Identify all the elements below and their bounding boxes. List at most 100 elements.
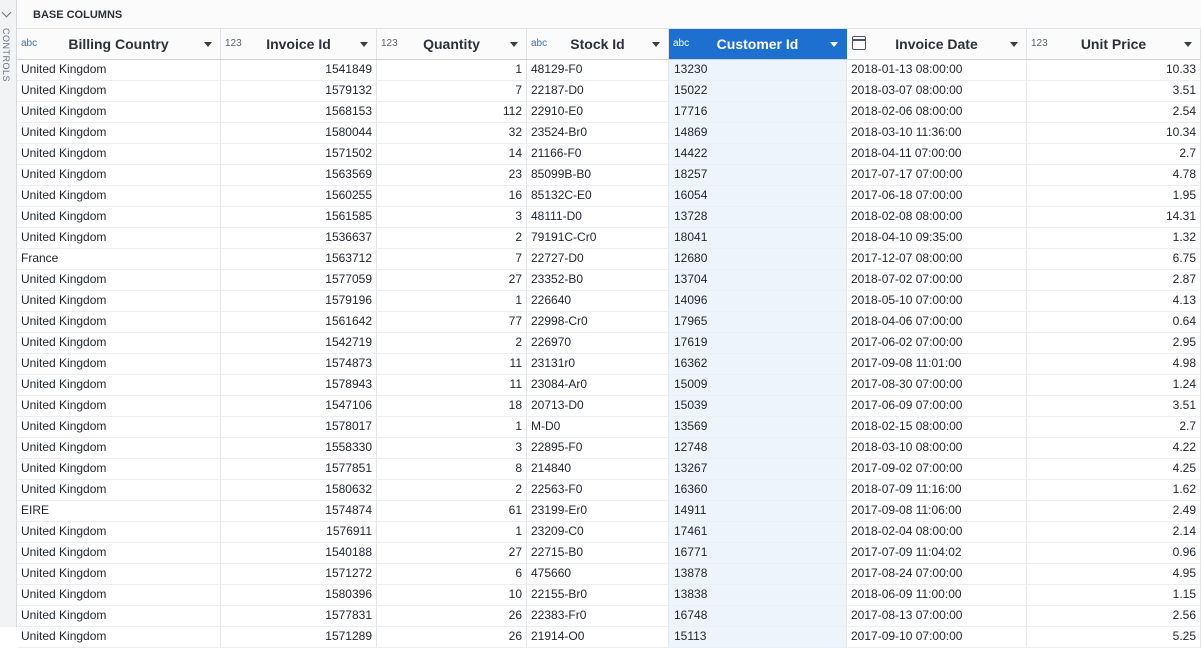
cell-stock-id[interactable]: 23209-C0 [527, 522, 669, 542]
cell-unit-price[interactable]: 1.62 [1027, 480, 1201, 500]
cell-billing-country[interactable]: United Kingdom [17, 459, 221, 479]
cell-billing-country[interactable]: United Kingdom [17, 480, 221, 500]
cell-quantity[interactable]: 1 [377, 417, 527, 437]
cell-quantity[interactable]: 23 [377, 165, 527, 185]
cell-quantity[interactable]: 32 [377, 123, 527, 143]
cell-unit-price[interactable]: 5.25 [1027, 627, 1201, 647]
cell-unit-price[interactable]: 2.56 [1027, 606, 1201, 626]
cell-invoice-id[interactable]: 1536637 [221, 228, 377, 248]
cell-invoice-id[interactable]: 1542719 [221, 333, 377, 353]
cell-quantity[interactable]: 18 [377, 396, 527, 416]
controls-panel-toggle[interactable]: CONTROLS [0, 0, 17, 627]
cell-invoice-date[interactable]: 2018-02-06 08:00:00 [847, 102, 1027, 122]
cell-stock-id[interactable]: 22563-F0 [527, 480, 669, 500]
cell-unit-price[interactable]: 2.49 [1027, 501, 1201, 521]
cell-customer-id[interactable]: 13878 [669, 564, 847, 584]
column-header-unit-price[interactable]: 123 Unit Price [1027, 29, 1201, 59]
cell-invoice-date[interactable]: 2018-03-07 08:00:00 [847, 81, 1027, 101]
cell-stock-id[interactable]: 214840 [527, 459, 669, 479]
cell-unit-price[interactable]: 0.96 [1027, 543, 1201, 563]
cell-stock-id[interactable]: 22383-Fr0 [527, 606, 669, 626]
cell-unit-price[interactable]: 1.15 [1027, 585, 1201, 605]
cell-customer-id[interactable]: 12748 [669, 438, 847, 458]
table-row[interactable]: United Kingdom 1577831 26 22383-Fr0 16748 201… [17, 606, 1201, 627]
table-row[interactable]: United Kingdom 1571289 26 21914-O0 15113 2017… [17, 627, 1201, 648]
chevron-down-icon[interactable] [1010, 42, 1018, 47]
table-row[interactable]: France 1563712 7 22727-D0 12680 2017-12-07 08… [17, 249, 1201, 270]
cell-invoice-date[interactable]: 2018-03-10 11:36:00 [847, 123, 1027, 143]
cell-customer-id[interactable]: 14096 [669, 291, 847, 311]
cell-stock-id[interactable]: 23084-Ar0 [527, 375, 669, 395]
cell-billing-country[interactable]: United Kingdom [17, 564, 221, 584]
cell-unit-price[interactable]: 10.34 [1027, 123, 1201, 143]
table-row[interactable]: United Kingdom 1560255 16 85132C-E0 16054 201… [17, 186, 1201, 207]
cell-quantity[interactable]: 1 [377, 522, 527, 542]
cell-unit-price[interactable]: 4.95 [1027, 564, 1201, 584]
cell-invoice-date[interactable]: 2017-08-24 07:00:00 [847, 564, 1027, 584]
cell-customer-id[interactable]: 13728 [669, 207, 847, 227]
cell-stock-id[interactable]: 22895-F0 [527, 438, 669, 458]
cell-invoice-date[interactable]: 2017-07-17 07:00:00 [847, 165, 1027, 185]
cell-invoice-id[interactable]: 1571272 [221, 564, 377, 584]
cell-billing-country[interactable]: United Kingdom [17, 585, 221, 605]
cell-stock-id[interactable]: 85099B-B0 [527, 165, 669, 185]
cell-unit-price[interactable]: 3.51 [1027, 396, 1201, 416]
table-row[interactable]: United Kingdom 1571502 14 21166-F0 14422 2018… [17, 144, 1201, 165]
cell-quantity[interactable]: 7 [377, 81, 527, 101]
cell-quantity[interactable]: 27 [377, 543, 527, 563]
cell-unit-price[interactable]: 2.7 [1027, 417, 1201, 437]
chevron-down-icon[interactable] [204, 42, 212, 47]
cell-invoice-date[interactable]: 2017-06-09 07:00:00 [847, 396, 1027, 416]
cell-customer-id[interactable]: 12680 [669, 249, 847, 269]
cell-invoice-date[interactable]: 2017-09-10 07:00:00 [847, 627, 1027, 647]
cell-quantity[interactable]: 2 [377, 228, 527, 248]
cell-invoice-id[interactable]: 1558330 [221, 438, 377, 458]
cell-invoice-id[interactable]: 1577059 [221, 270, 377, 290]
cell-invoice-date[interactable]: 2018-07-09 11:16:00 [847, 480, 1027, 500]
cell-unit-price[interactable]: 1.95 [1027, 186, 1201, 206]
cell-billing-country[interactable]: United Kingdom [17, 354, 221, 374]
cell-unit-price[interactable]: 2.95 [1027, 333, 1201, 353]
cell-invoice-id[interactable]: 1574873 [221, 354, 377, 374]
cell-invoice-date[interactable]: 2017-06-02 07:00:00 [847, 333, 1027, 353]
column-header-stock-id[interactable]: abc Stock Id [527, 29, 669, 59]
cell-quantity[interactable]: 3 [377, 438, 527, 458]
cell-invoice-date[interactable]: 2018-02-04 08:00:00 [847, 522, 1027, 542]
cell-billing-country[interactable]: United Kingdom [17, 333, 221, 353]
table-row[interactable]: United Kingdom 1541849 1 48129-F0 13230 2018-… [17, 60, 1201, 81]
cell-stock-id[interactable]: 23131r0 [527, 354, 669, 374]
cell-invoice-date[interactable]: 2017-06-18 07:00:00 [847, 186, 1027, 206]
cell-customer-id[interactable]: 17965 [669, 312, 847, 332]
cell-stock-id[interactable]: 79191C-Cr0 [527, 228, 669, 248]
cell-quantity[interactable]: 3 [377, 207, 527, 227]
chevron-down-icon[interactable] [830, 42, 838, 47]
cell-stock-id[interactable]: 23352-B0 [527, 270, 669, 290]
cell-invoice-date[interactable]: 2017-12-07 08:00:00 [847, 249, 1027, 269]
cell-quantity[interactable]: 2 [377, 333, 527, 353]
cell-invoice-id[interactable]: 1561642 [221, 312, 377, 332]
cell-customer-id[interactable]: 15039 [669, 396, 847, 416]
table-row[interactable]: United Kingdom 1578017 1 M-D0 13569 2018-02-1… [17, 417, 1201, 438]
column-header-billing-country[interactable]: abc Billing Country [17, 29, 221, 59]
table-row[interactable]: United Kingdom 1580396 10 22155-Br0 13838 201… [17, 585, 1201, 606]
cell-invoice-date[interactable]: 2018-04-10 09:35:00 [847, 228, 1027, 248]
cell-quantity[interactable]: 26 [377, 606, 527, 626]
cell-invoice-date[interactable]: 2017-07-09 11:04:02 [847, 543, 1027, 563]
cell-invoice-date[interactable]: 2018-03-10 08:00:00 [847, 438, 1027, 458]
table-row[interactable]: United Kingdom 1576911 1 23209-C0 17461 2018-… [17, 522, 1201, 543]
cell-stock-id[interactable]: 21914-O0 [527, 627, 669, 647]
cell-invoice-date[interactable]: 2018-05-10 07:00:00 [847, 291, 1027, 311]
cell-billing-country[interactable]: United Kingdom [17, 627, 221, 647]
cell-invoice-date[interactable]: 2017-08-30 07:00:00 [847, 375, 1027, 395]
table-row[interactable]: United Kingdom 1580632 2 22563-F0 16360 2018-… [17, 480, 1201, 501]
cell-unit-price[interactable]: 4.98 [1027, 354, 1201, 374]
cell-unit-price[interactable]: 3.51 [1027, 81, 1201, 101]
column-header-customer-id[interactable]: abc Customer Id [669, 29, 847, 59]
cell-invoice-id[interactable]: 1576911 [221, 522, 377, 542]
cell-invoice-id[interactable]: 1547106 [221, 396, 377, 416]
cell-invoice-date[interactable]: 2017-08-13 07:00:00 [847, 606, 1027, 626]
cell-unit-price[interactable]: 4.22 [1027, 438, 1201, 458]
cell-quantity[interactable]: 10 [377, 585, 527, 605]
cell-invoice-id[interactable]: 1540188 [221, 543, 377, 563]
cell-customer-id[interactable]: 17619 [669, 333, 847, 353]
